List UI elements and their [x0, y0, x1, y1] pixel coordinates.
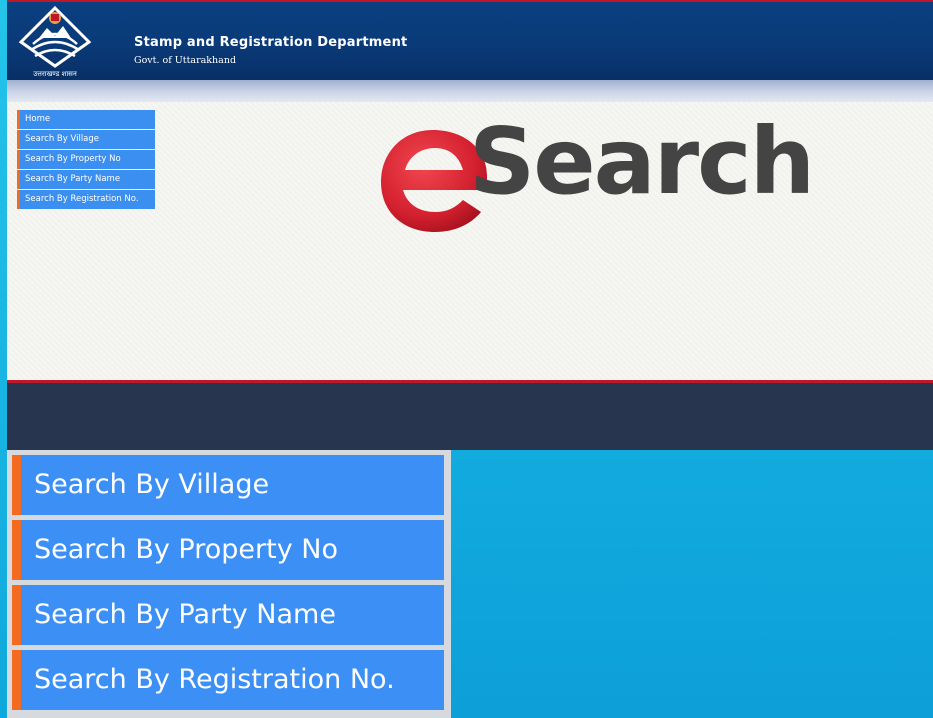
dark-band	[7, 383, 933, 450]
header-sub-bar	[7, 80, 933, 102]
esearch-logo: Search	[377, 116, 815, 239]
side-menu-item-search-by-registration-no[interactable]: Search By Registration No.	[17, 190, 155, 209]
main-content: Home Search By Village Search By Propert…	[7, 102, 933, 380]
side-menu-item-search-by-property-no[interactable]: Search By Property No	[17, 150, 155, 169]
emblem-caption: उत्तराखण्ड शासन	[33, 70, 77, 78]
department-subtitle: Govt. of Uttarakhand	[134, 55, 237, 66]
side-menu-item-home[interactable]: Home	[17, 110, 155, 129]
site-header: उत्तराखण्ड शासन Stamp and Registration D…	[7, 0, 933, 80]
side-menu: Home Search By Village Search By Propert…	[17, 110, 155, 210]
big-menu-item-search-by-party-name[interactable]: Search By Party Name	[12, 585, 444, 645]
left-edge-strip	[0, 0, 7, 718]
big-menu-item-search-by-registration-no[interactable]: Search By Registration No.	[12, 650, 444, 710]
department-title: Stamp and Registration Department	[134, 35, 408, 50]
logo-text: Search	[469, 108, 815, 215]
side-menu-item-search-by-village[interactable]: Search By Village	[17, 130, 155, 149]
big-menu-item-search-by-village[interactable]: Search By Village	[12, 455, 444, 515]
uttarakhand-emblem-icon: उत्तराखण्ड शासन	[17, 4, 93, 80]
side-menu-item-search-by-party-name[interactable]: Search By Party Name	[17, 170, 155, 189]
big-menu-item-search-by-property-no[interactable]: Search By Property No	[12, 520, 444, 580]
